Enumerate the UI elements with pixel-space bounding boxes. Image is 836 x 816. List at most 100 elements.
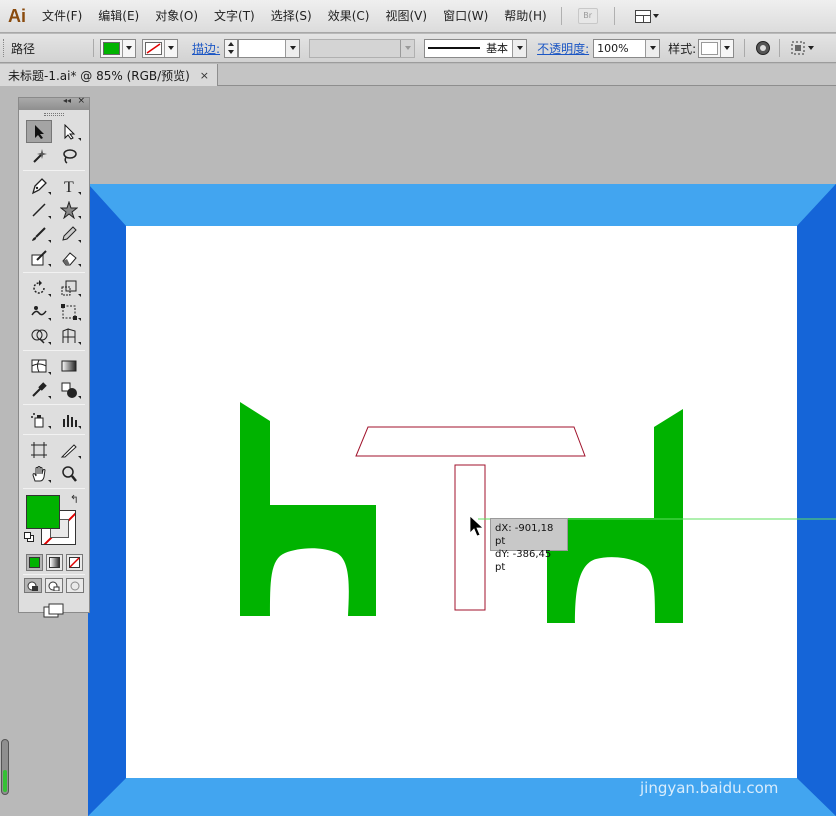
eraser-icon xyxy=(62,251,77,265)
fill-color-swatch xyxy=(103,41,121,55)
color-mode-button[interactable] xyxy=(25,554,43,571)
tools-panel-grip[interactable] xyxy=(19,110,89,119)
zoom-tool[interactable] xyxy=(56,462,82,485)
stroke-label[interactable]: 描边: xyxy=(192,40,220,57)
stroke-weight-stepper[interactable] xyxy=(224,38,239,58)
align-options-icon[interactable] xyxy=(790,40,815,56)
variable-width-profile-dropdown xyxy=(309,38,416,58)
chevron-down-icon xyxy=(122,39,135,57)
free-transform-tool[interactable] xyxy=(56,300,82,323)
menu-window[interactable]: 窗口(W) xyxy=(435,0,496,33)
canvas-area[interactable] xyxy=(0,87,836,816)
draw-inside-button[interactable] xyxy=(66,578,84,593)
magic-wand-tool[interactable] xyxy=(26,144,52,167)
paintbrush-icon xyxy=(32,226,46,241)
tools-divider xyxy=(23,434,85,435)
swap-fill-stroke-icon[interactable]: ↰ xyxy=(70,493,79,506)
free-transform-icon xyxy=(61,303,77,320)
workspace-switcher-button[interactable] xyxy=(634,9,659,23)
control-separator xyxy=(744,39,746,57)
selection-tool[interactable] xyxy=(26,120,52,143)
lasso-icon xyxy=(63,148,77,164)
tools-divider xyxy=(23,272,85,273)
control-bar-grip[interactable] xyxy=(3,39,7,57)
chevron-down-icon xyxy=(645,39,660,57)
tools-panel: ◂◂ × T ↰ xyxy=(18,96,90,618)
none-mode-button[interactable] xyxy=(65,554,83,571)
draw-normal-icon xyxy=(27,581,38,591)
document-tab-title: 未标题-1.ai* @ 85% (RGB/预览) xyxy=(8,68,190,83)
eyedropper-tool[interactable] xyxy=(26,378,52,401)
menu-separator xyxy=(613,7,615,25)
menu-file[interactable]: 文件(F) xyxy=(34,0,90,33)
pencil-tool[interactable] xyxy=(56,222,82,245)
slice-tool[interactable] xyxy=(56,438,82,461)
tools-divider xyxy=(23,170,85,171)
blend-tool[interactable] xyxy=(56,378,82,401)
svg-text:T: T xyxy=(64,179,74,195)
document-tab[interactable]: 未标题-1.ai* @ 85% (RGB/预览) × xyxy=(0,64,218,86)
close-panel-icon[interactable]: × xyxy=(77,96,85,106)
line-segment-tool[interactable] xyxy=(26,198,52,221)
menu-object[interactable]: 对象(O) xyxy=(147,0,206,33)
draw-behind-button[interactable] xyxy=(45,578,63,593)
paintbrush-tool[interactable] xyxy=(26,222,52,245)
star-tool[interactable] xyxy=(56,198,82,221)
graphic-style-swatch xyxy=(701,41,719,55)
menu-edit[interactable]: 编辑(E) xyxy=(90,0,147,33)
watermark-logo: Baidu经验 xyxy=(638,746,786,780)
menu-help[interactable]: 帮助(H) xyxy=(496,0,554,33)
eraser-tool[interactable] xyxy=(56,246,82,269)
warp-tool[interactable] xyxy=(26,300,52,323)
perspective-grid-tool[interactable] xyxy=(56,324,82,347)
menu-select[interactable]: 选择(S) xyxy=(263,0,320,33)
lasso-tool[interactable] xyxy=(56,144,82,167)
chevron-down-icon xyxy=(720,39,733,57)
graphic-style-dropdown[interactable] xyxy=(698,38,735,58)
gradient-mode-button[interactable] xyxy=(45,554,63,571)
fill-color-swatch[interactable] xyxy=(26,495,60,529)
blob-brush-tool[interactable] xyxy=(26,246,52,269)
pencil-icon xyxy=(62,225,77,241)
menu-bar: Ai 文件(F) 编辑(E) 对象(O) 文字(T) 选择(S) 效果(C) 视… xyxy=(0,0,836,33)
scale-icon xyxy=(61,280,77,295)
pen-tool[interactable] xyxy=(26,174,52,197)
opacity-label[interactable]: 不透明度: xyxy=(537,40,589,57)
fill-color-dropdown[interactable] xyxy=(100,38,137,58)
tools-panel-header[interactable]: ◂◂ × xyxy=(19,96,89,110)
rotate-tool[interactable] xyxy=(26,276,52,299)
recolor-artwork-icon[interactable] xyxy=(755,40,771,56)
control-separator xyxy=(779,39,781,57)
scale-tool[interactable] xyxy=(56,276,82,299)
type-tool[interactable]: T xyxy=(56,174,82,197)
default-fill-stroke-icon[interactable] xyxy=(24,532,34,542)
shape-builder-tool[interactable] xyxy=(26,324,52,347)
direct-selection-tool[interactable] xyxy=(56,120,82,143)
screen-mode-button[interactable] xyxy=(43,603,65,619)
artboard-tool[interactable] xyxy=(26,438,52,461)
stroke-weight-input[interactable] xyxy=(238,38,301,58)
menu-effect[interactable]: 效果(C) xyxy=(320,0,378,33)
draw-normal-button[interactable] xyxy=(24,578,42,593)
gradient-tool[interactable] xyxy=(56,354,82,377)
column-graph-tool[interactable] xyxy=(56,408,82,431)
color-mode-row xyxy=(19,554,89,571)
collapse-panel-icon[interactable]: ◂◂ xyxy=(63,96,71,105)
mesh-tool[interactable] xyxy=(26,354,52,377)
artboard-icon xyxy=(31,441,47,458)
hand-tool[interactable] xyxy=(26,462,52,485)
perspective-grid-icon xyxy=(62,327,76,343)
opacity-input[interactable]: 100% xyxy=(593,38,661,58)
bridge-button[interactable]: Br xyxy=(577,8,598,24)
no-stroke-swatch-icon xyxy=(145,41,163,55)
selection-arrow-icon xyxy=(35,124,44,139)
layout-grid-icon xyxy=(634,9,651,23)
side-slider[interactable] xyxy=(1,739,9,795)
menu-view[interactable]: 视图(V) xyxy=(377,0,435,33)
symbol-sprayer-tool[interactable] xyxy=(26,408,52,431)
close-icon[interactable]: × xyxy=(200,69,209,82)
rotate-icon xyxy=(33,279,45,294)
menu-type[interactable]: 文字(T) xyxy=(206,0,263,33)
brush-definition-dropdown[interactable]: 基本 xyxy=(424,38,528,58)
stroke-color-dropdown[interactable] xyxy=(142,38,179,58)
